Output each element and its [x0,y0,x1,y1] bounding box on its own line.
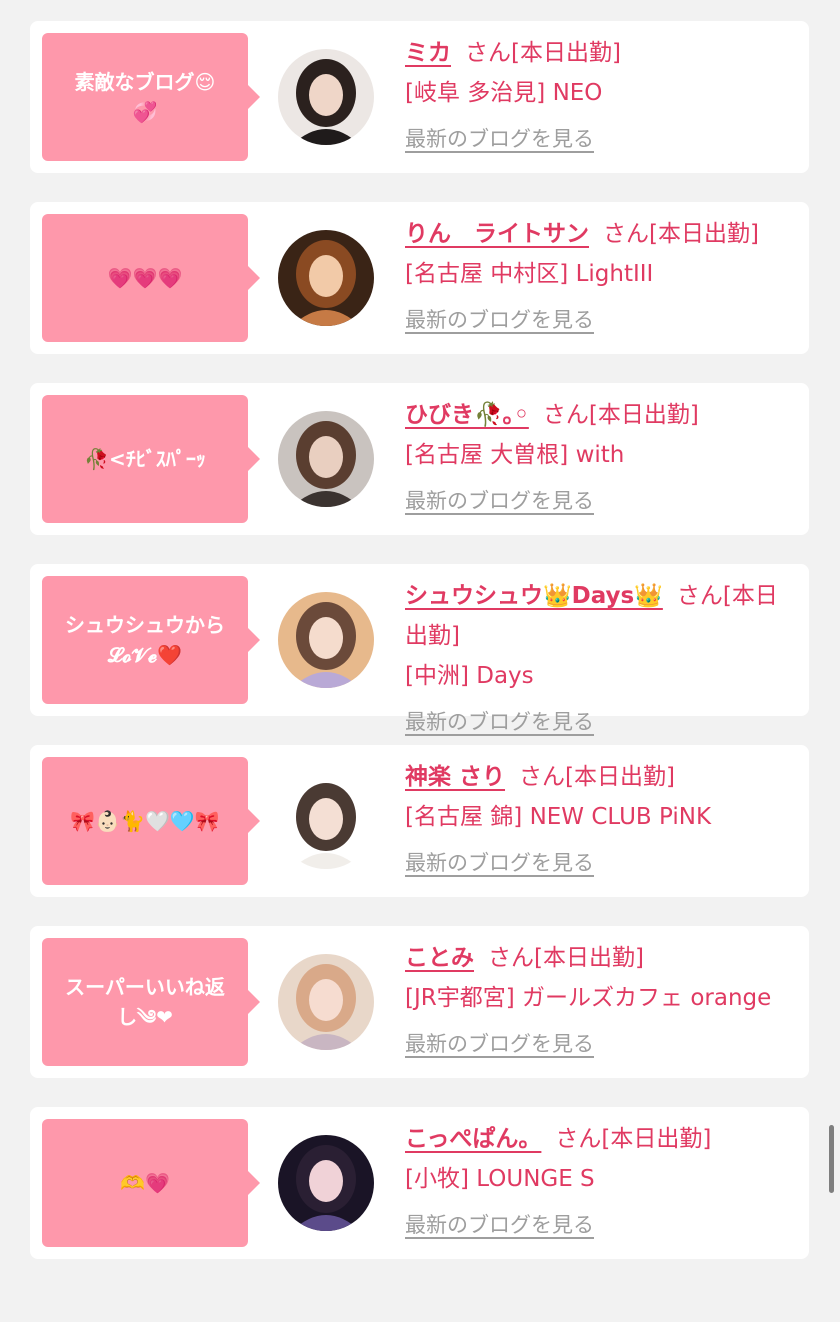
blog-message-text: 素敵なブログ😌 💞 [74,70,216,124]
avatar-image [278,954,374,1050]
cast-info: シュウシュウ👑Days👑 さん[本日出勤] [中洲] Days 最新のブログを見る [405,576,800,736]
avatar[interactable] [278,49,374,145]
latest-blog-link[interactable]: 最新のブログを見る [405,485,594,515]
blog-card: 🥀<ﾁﾋﾞｽﾊﾟｰｯ ひびき🥀｡◦ さん[本日出勤] [名古屋 大曽根] with… [30,383,809,535]
avatar-image [278,230,374,326]
shop-name: [中洲] Days [405,663,534,689]
cast-info: 神楽 さり さん[本日出勤] [名古屋 錦] NEW CLUB PiNK 最新のブ… [405,757,800,877]
latest-blog-link[interactable]: 最新のブログを見る [405,1028,594,1058]
avatar[interactable] [278,411,374,507]
blog-card: 💗💗💗 りん ライトサン さん[本日出勤] [名古屋 中村区] LightIII … [30,202,809,354]
avatar[interactable] [278,954,374,1050]
blog-message-text: 💗💗💗 [107,266,183,290]
latest-blog-link[interactable]: 最新のブログを見る [405,847,594,877]
blog-message-text: 🫶💗 [120,1171,170,1195]
cast-info: りん ライトサン さん[本日出勤] [名古屋 中村区] LightIII 最新のブ… [405,214,800,334]
avatar-image [278,773,374,869]
latest-blog-link[interactable]: 最新のブログを見る [405,123,594,153]
attendance-status: さん[本日出勤] [542,402,699,428]
blog-card: スーパーいいね返 し༄❤︎ ことみ さん[本日出勤] [JR宇都宮] ガールズカフ… [30,926,809,1078]
name-line: シュウシュウ👑Days👑 さん[本日出勤] [405,576,800,656]
attendance-status: さん[本日出勤] [555,1126,712,1152]
cast-info: ひびき🥀｡◦ さん[本日出勤] [名古屋 大曽根] with 最新のブログを見る [405,395,800,515]
blog-message-bubble[interactable]: 💗💗💗 [42,214,260,342]
name-line: ことみ さん[本日出勤] [405,938,800,978]
cast-name-link[interactable]: ことみ [405,945,474,971]
cast-name-link[interactable]: ひびき🥀｡◦ [405,402,529,428]
avatar-image [278,592,374,688]
shop-name: [名古屋 中村区] LightIII [405,261,654,287]
cast-info: こっぺぱん。 さん[本日出勤] [小牧] LOUNGE S 最新のブログを見る [405,1119,800,1239]
shop-name: [JR宇都宮] ガールズカフェ orange [405,985,772,1011]
blog-message-bubble[interactable]: 🫶💗 [42,1119,260,1247]
avatar[interactable] [278,592,374,688]
name-line: こっぺぱん。 さん[本日出勤] [405,1119,800,1159]
name-line: りん ライトサン さん[本日出勤] [405,214,800,254]
shop-name: [岐阜 多治見] NEO [405,80,603,106]
blog-card: 素敵なブログ😌 💞 ミカ さん[本日出勤] [岐阜 多治見] NEO 最新のブログ… [30,21,809,173]
avatar-image [278,411,374,507]
blog-message-text: スーパーいいね返 し༄❤︎ [65,975,225,1029]
name-line: 神楽 さり さん[本日出勤] [405,757,800,797]
avatar[interactable] [278,773,374,869]
blog-card: 🎀👶🏻🐈🤍🩵🎀 神楽 さり さん[本日出勤] [名古屋 錦] NEW CLUB P… [30,745,809,897]
latest-blog-link[interactable]: 最新のブログを見る [405,1209,594,1239]
blog-message-text: 🎀👶🏻🐈🤍🩵🎀 [70,809,220,833]
blog-message-bubble[interactable]: シュウシュウから 𝓛𝓸𝓥𝓮❤️ [42,576,260,704]
blog-message-bubble[interactable]: 🥀<ﾁﾋﾞｽﾊﾟｰｯ [42,395,260,523]
avatar[interactable] [278,230,374,326]
shop-name: [小牧] LOUNGE S [405,1166,595,1192]
attendance-status: さん[本日出勤] [488,945,644,971]
blog-message-text: シュウシュウから 𝓛𝓸𝓥𝓮❤️ [65,613,225,667]
cast-name-link[interactable]: こっぺぱん。 [405,1126,541,1152]
blog-card: シュウシュウから 𝓛𝓸𝓥𝓮❤️ シュウシュウ👑Days👑 さん[本日出勤] [中洲… [30,564,809,734]
cast-info: ミカ さん[本日出勤] [岐阜 多治見] NEO 最新のブログを見る [405,33,800,153]
name-line: ひびき🥀｡◦ さん[本日出勤] [405,395,800,435]
attendance-status: さん[本日出勤] [603,221,759,247]
blog-message-bubble[interactable]: 素敵なブログ😌 💞 [42,33,260,161]
avatar-image [278,49,374,145]
blog-card: 🫶💗 こっぺぱん。 さん[本日出勤] [小牧] LOUNGE S 最新のブログを見… [30,1107,809,1259]
avatar[interactable] [278,1135,374,1231]
avatar-image [278,1135,374,1231]
latest-blog-link[interactable]: 最新のブログを見る [405,706,594,736]
attendance-status: さん[本日出勤] [465,40,621,66]
shop-name: [名古屋 大曽根] with [405,442,625,468]
cast-name-link[interactable]: ミカ [405,40,451,66]
cast-name-link[interactable]: りん ライトサン [405,221,589,247]
blog-card-list: 素敵なブログ😌 💞 ミカ さん[本日出勤] [岐阜 多治見] NEO 最新のブログ… [30,21,809,1288]
blog-message-bubble[interactable]: 🎀👶🏻🐈🤍🩵🎀 [42,757,260,885]
latest-blog-link[interactable]: 最新のブログを見る [405,304,594,334]
shop-name: [名古屋 錦] NEW CLUB PiNK [405,804,712,830]
name-line: ミカ さん[本日出勤] [405,33,800,73]
cast-name-link[interactable]: シュウシュウ👑Days👑 [405,583,663,609]
blog-message-bubble[interactable]: スーパーいいね返 し༄❤︎ [42,938,260,1066]
cast-name-link[interactable]: 神楽 さり [405,764,505,790]
cast-info: ことみ さん[本日出勤] [JR宇都宮] ガールズカフェ orange 最新のブロ… [405,938,800,1058]
attendance-status: さん[本日出勤] [519,764,675,790]
blog-message-text: 🥀<ﾁﾋﾞｽﾊﾟｰｯ [84,447,206,471]
scrollbar[interactable] [829,1125,834,1193]
